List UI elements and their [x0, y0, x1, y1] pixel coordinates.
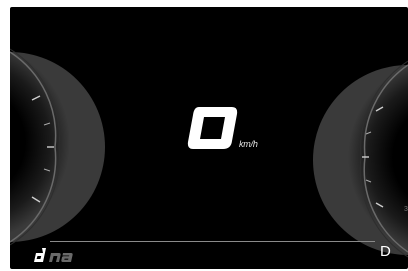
speed-readout: km/h 0	[186, 105, 306, 165]
instrument-cluster-screen: 3 km/h 0 dna D	[10, 7, 408, 269]
gear-indicator: D	[380, 243, 391, 260]
svg-text:3: 3	[404, 206, 408, 213]
speed-unit-label: km/h	[239, 139, 258, 149]
bottom-divider	[50, 241, 375, 242]
speed-digit	[187, 107, 238, 149]
dna-logo-icon: dna	[34, 248, 73, 262]
